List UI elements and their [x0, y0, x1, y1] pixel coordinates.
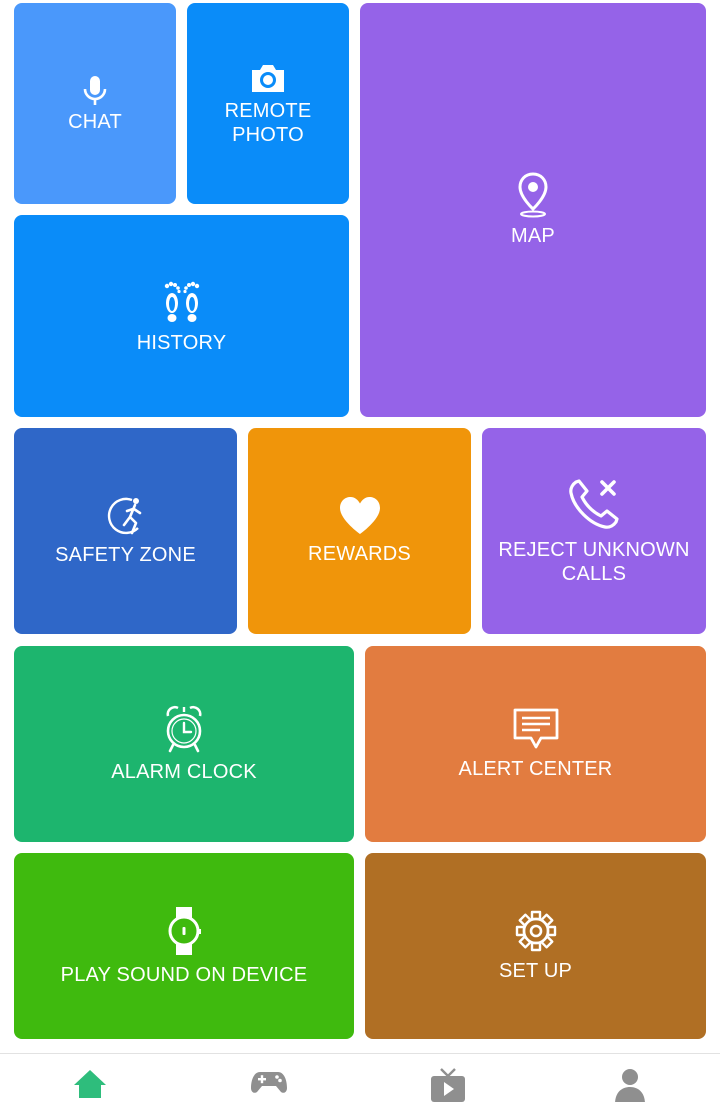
bottom-nav: [0, 1053, 720, 1102]
set-up-tile[interactable]: SET UP: [365, 853, 706, 1039]
remote-photo-label: REMOTE PHOTO: [224, 99, 312, 146]
history-tile[interactable]: HISTORY: [14, 215, 349, 417]
map-pin-icon: [517, 172, 549, 218]
running-person-circle-icon: [102, 495, 150, 537]
history-label: HISTORY: [136, 332, 227, 354]
nav-home[interactable]: [68, 1068, 112, 1102]
reject-unknown-calls-tile[interactable]: REJECT UNKNOWN CALLS: [482, 428, 706, 634]
camera-icon: [249, 61, 287, 95]
rewards-tile[interactable]: REWARDS: [248, 428, 471, 634]
alarm-clock-tile[interactable]: ALARM CLOCK: [14, 646, 354, 842]
person-icon: [613, 1068, 647, 1102]
alert-center-label: ALERT CENTER: [458, 758, 613, 780]
gamepad-icon: [250, 1068, 288, 1102]
set-up-label: SET UP: [498, 960, 573, 982]
reject-unknown-calls-label: REJECT UNKNOWN CALLS: [498, 539, 690, 585]
microphone-icon: [80, 74, 110, 108]
map-label: MAP: [511, 225, 555, 247]
phone-reject-icon: [566, 476, 622, 532]
nav-games[interactable]: [247, 1068, 291, 1102]
safety-zone-label: SAFETY ZONE: [55, 544, 196, 566]
gear-icon: [514, 909, 558, 953]
heart-icon: [338, 496, 382, 536]
chat-tile[interactable]: CHAT: [14, 3, 176, 204]
nav-profile[interactable]: [608, 1068, 652, 1102]
nav-video[interactable]: [426, 1068, 470, 1102]
chat-label: CHAT: [68, 110, 122, 133]
tv-icon: [429, 1068, 467, 1102]
footprints-icon: [158, 277, 206, 325]
map-tile[interactable]: MAP: [360, 3, 706, 417]
alert-center-tile[interactable]: ALERT CENTER: [365, 646, 706, 842]
watch-icon: [166, 905, 202, 957]
play-sound-tile[interactable]: PLAY SOUND ON DEVICE: [14, 853, 354, 1039]
safety-zone-tile[interactable]: SAFETY ZONE: [14, 428, 237, 634]
app-screen: CHAT REMOTE PHOTO MAP HISTORY SAFETY ZON…: [0, 0, 720, 1102]
alarm-clock-label: ALARM CLOCK: [111, 761, 257, 783]
message-icon: [512, 707, 560, 751]
alarm-clock-icon: [164, 704, 204, 754]
play-sound-label: PLAY SOUND ON DEVICE: [60, 964, 308, 986]
remote-photo-tile[interactable]: REMOTE PHOTO: [187, 3, 349, 204]
home-icon: [72, 1068, 108, 1102]
rewards-label: REWARDS: [308, 543, 411, 565]
